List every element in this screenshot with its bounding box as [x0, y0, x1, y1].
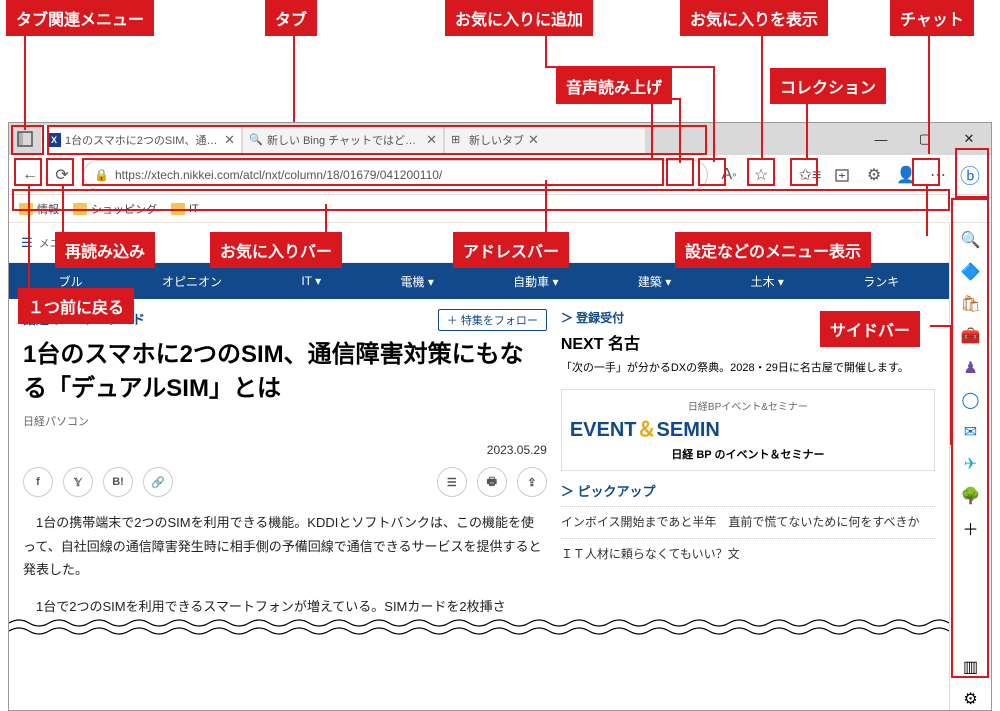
tab-title: 新しい Bing チャットではどんなことが	[267, 132, 422, 148]
label-show-fav: お気に入りを表示	[680, 0, 828, 36]
nav-item[interactable]: 土木 ▾	[751, 273, 784, 290]
nav-item[interactable]: オピニオン	[162, 273, 222, 290]
bing-chat-button[interactable]: ⓑ	[955, 160, 985, 190]
label-address: アドレスバー	[453, 232, 569, 268]
read-aloud-button[interactable]: A»	[714, 160, 744, 190]
tools-icon[interactable]: 🧰	[960, 325, 982, 347]
minimize-button[interactable]: ―	[859, 123, 903, 155]
share-icon[interactable]: ⇪	[517, 467, 547, 497]
outlook-icon[interactable]: ✉	[960, 421, 982, 443]
side-column: ＞ 登録受付 NEXT 名古 「次の一手」が分かるDXの祭典。2028・29日に…	[561, 309, 935, 619]
list-item[interactable]: ＩＴ人材に頼らなくてもいい？文	[561, 538, 935, 564]
shopping-icon[interactable]: 🛍	[960, 293, 982, 315]
label-back: １つ前に戻る	[18, 288, 134, 324]
fav-item[interactable]: 情報	[19, 201, 59, 217]
article-source: 日経パソコン	[23, 413, 547, 429]
page-content: ☰ メニュー 日経 ブル オピニオン IT ▾ 電機 ▾ 自動車 ▾ 建築 ▾ …	[9, 223, 949, 710]
favorites-bar: 情報 ショッピング IT	[9, 195, 991, 223]
folder-icon	[19, 203, 33, 215]
collections-button[interactable]	[827, 160, 857, 190]
tab-1[interactable]: X 1台のスマホに2つのSIM、通信障害 ✕	[41, 125, 241, 155]
article-body: 1台の携帯端末で2つのSIMを利用できる機能。KDDIとソフトバンクは、この機能…	[23, 511, 547, 581]
article-date: 2023.05.29	[23, 443, 547, 457]
folder-icon	[73, 203, 87, 215]
article-title: 1台のスマホに2つのSIM、通信障害対策にもなる「デュアルSIM」とは	[23, 338, 547, 405]
follow-button[interactable]: ＋ 特集をフォロー	[438, 309, 547, 331]
fav-item[interactable]: IT	[171, 203, 199, 215]
wave-divider	[9, 617, 949, 635]
tab-title: 1台のスマホに2つのSIM、通信障害	[65, 132, 220, 148]
close-button[interactable]: ✕	[947, 123, 991, 155]
nav-item[interactable]: IT ▾	[301, 274, 321, 288]
lock-icon: 🔒	[94, 168, 109, 182]
share-row: f 𝕐 B! 🔗 ☰ 🖶 ⇪	[23, 467, 547, 497]
tree-icon[interactable]: 🌳	[960, 485, 982, 507]
extensions-button[interactable]: ⚙	[859, 160, 889, 190]
bing-icon: 🔍	[249, 133, 263, 147]
link-icon[interactable]: 🔗	[143, 467, 173, 497]
nav-item[interactable]: 建築 ▾	[638, 273, 671, 290]
tab-2[interactable]: 🔍 新しい Bing チャットではどんなことが ✕	[243, 125, 443, 155]
newtab-icon: ⊞	[451, 133, 465, 147]
url-text: https://xtech.nikkei.com/atcl/nxt/column…	[115, 168, 442, 182]
nav-item[interactable]: ランキ	[863, 273, 899, 290]
office-icon[interactable]: ◯	[960, 389, 982, 411]
label-collection: コレクション	[770, 68, 886, 104]
label-tab-menu: タブ関連メニュー	[6, 0, 154, 36]
close-icon[interactable]: ✕	[426, 132, 437, 148]
nav-item[interactable]: ブル	[59, 273, 83, 290]
gear-icon[interactable]: ⚙	[960, 688, 982, 710]
settings-menu-button[interactable]: ⋯	[923, 160, 953, 190]
maximize-button[interactable]: ▢	[903, 123, 947, 155]
label-sidebar: サイドバー	[820, 311, 920, 347]
panel-icon[interactable]: ▥	[960, 656, 982, 678]
close-icon[interactable]: ✕	[528, 132, 539, 148]
nav-item[interactable]: 自動車 ▾	[513, 273, 558, 290]
profile-button[interactable]: 👤	[891, 160, 921, 190]
back-button[interactable]: ←	[15, 160, 45, 190]
twitter-icon[interactable]: 𝕐	[63, 467, 93, 497]
list-item[interactable]: インボイス開始まであと半年 直前で慌てないために何をすべきか	[561, 506, 935, 532]
add-favorite-button[interactable]: ☆	[746, 160, 776, 190]
site-nav: ブル オピニオン IT ▾ 電機 ▾ 自動車 ▾ 建築 ▾ 土木 ▾ ランキ	[9, 263, 949, 299]
tab-title: 新しいタブ	[469, 132, 524, 148]
event-banner[interactable]: EVENT＆SEMIN	[570, 413, 926, 442]
label-reload: 再読み込み	[55, 232, 155, 268]
edge-sidebar: 🔍 🔷 🛍 🧰 ♟ ◯ ✉ ✈ 🌳 ＋ ▥ ⚙	[949, 223, 991, 710]
facebook-icon[interactable]: f	[23, 467, 53, 497]
label-voice: 音声読み上げ	[556, 68, 672, 104]
list-icon[interactable]: ☰	[437, 467, 467, 497]
add-icon[interactable]: ＋	[960, 517, 982, 539]
tab-favicon: X	[47, 133, 61, 147]
close-icon[interactable]: ✕	[224, 132, 235, 148]
tab-3[interactable]: ⊞ 新しいタブ ✕	[445, 125, 645, 155]
toolbar: ← ⟳ 🔒 https://xtech.nikkei.com/atcl/nxt/…	[9, 155, 991, 195]
window-controls: ― ▢ ✕	[859, 123, 991, 155]
search-icon[interactable]: 🔍	[960, 229, 982, 251]
games-icon[interactable]: ♟	[960, 357, 982, 379]
folder-icon	[171, 203, 185, 215]
address-bar[interactable]: 🔒 https://xtech.nikkei.com/atcl/nxt/colu…	[83, 160, 708, 190]
diamond-icon[interactable]: 🔷	[960, 261, 982, 283]
label-tab: タブ	[265, 0, 317, 36]
browser-window: X 1台のスマホに2つのSIM、通信障害 ✕ 🔍 新しい Bing チャットでは…	[8, 122, 992, 711]
print-icon[interactable]: 🖶	[477, 467, 507, 497]
send-icon[interactable]: ✈	[960, 453, 982, 475]
title-bar: X 1台のスマホに2つのSIM、通信障害 ✕ 🔍 新しい Bing チャットでは…	[9, 123, 991, 155]
nav-item[interactable]: 電機 ▾	[400, 273, 433, 290]
label-settings-menu: 設定などのメニュー表示	[675, 232, 871, 268]
article-body: 1台で2つのSIMを利用できるスマートフォンが増えている。SIMカードを2枚挿さ	[23, 595, 547, 618]
label-favbar: お気に入りバー	[210, 232, 342, 268]
fav-item[interactable]: ショッピング	[73, 201, 157, 217]
label-add-fav: お気に入りに追加	[445, 0, 593, 36]
favorites-button[interactable]: ✩≡	[795, 160, 825, 190]
hatena-icon[interactable]: B!	[103, 467, 133, 497]
label-chat: チャット	[890, 0, 974, 36]
